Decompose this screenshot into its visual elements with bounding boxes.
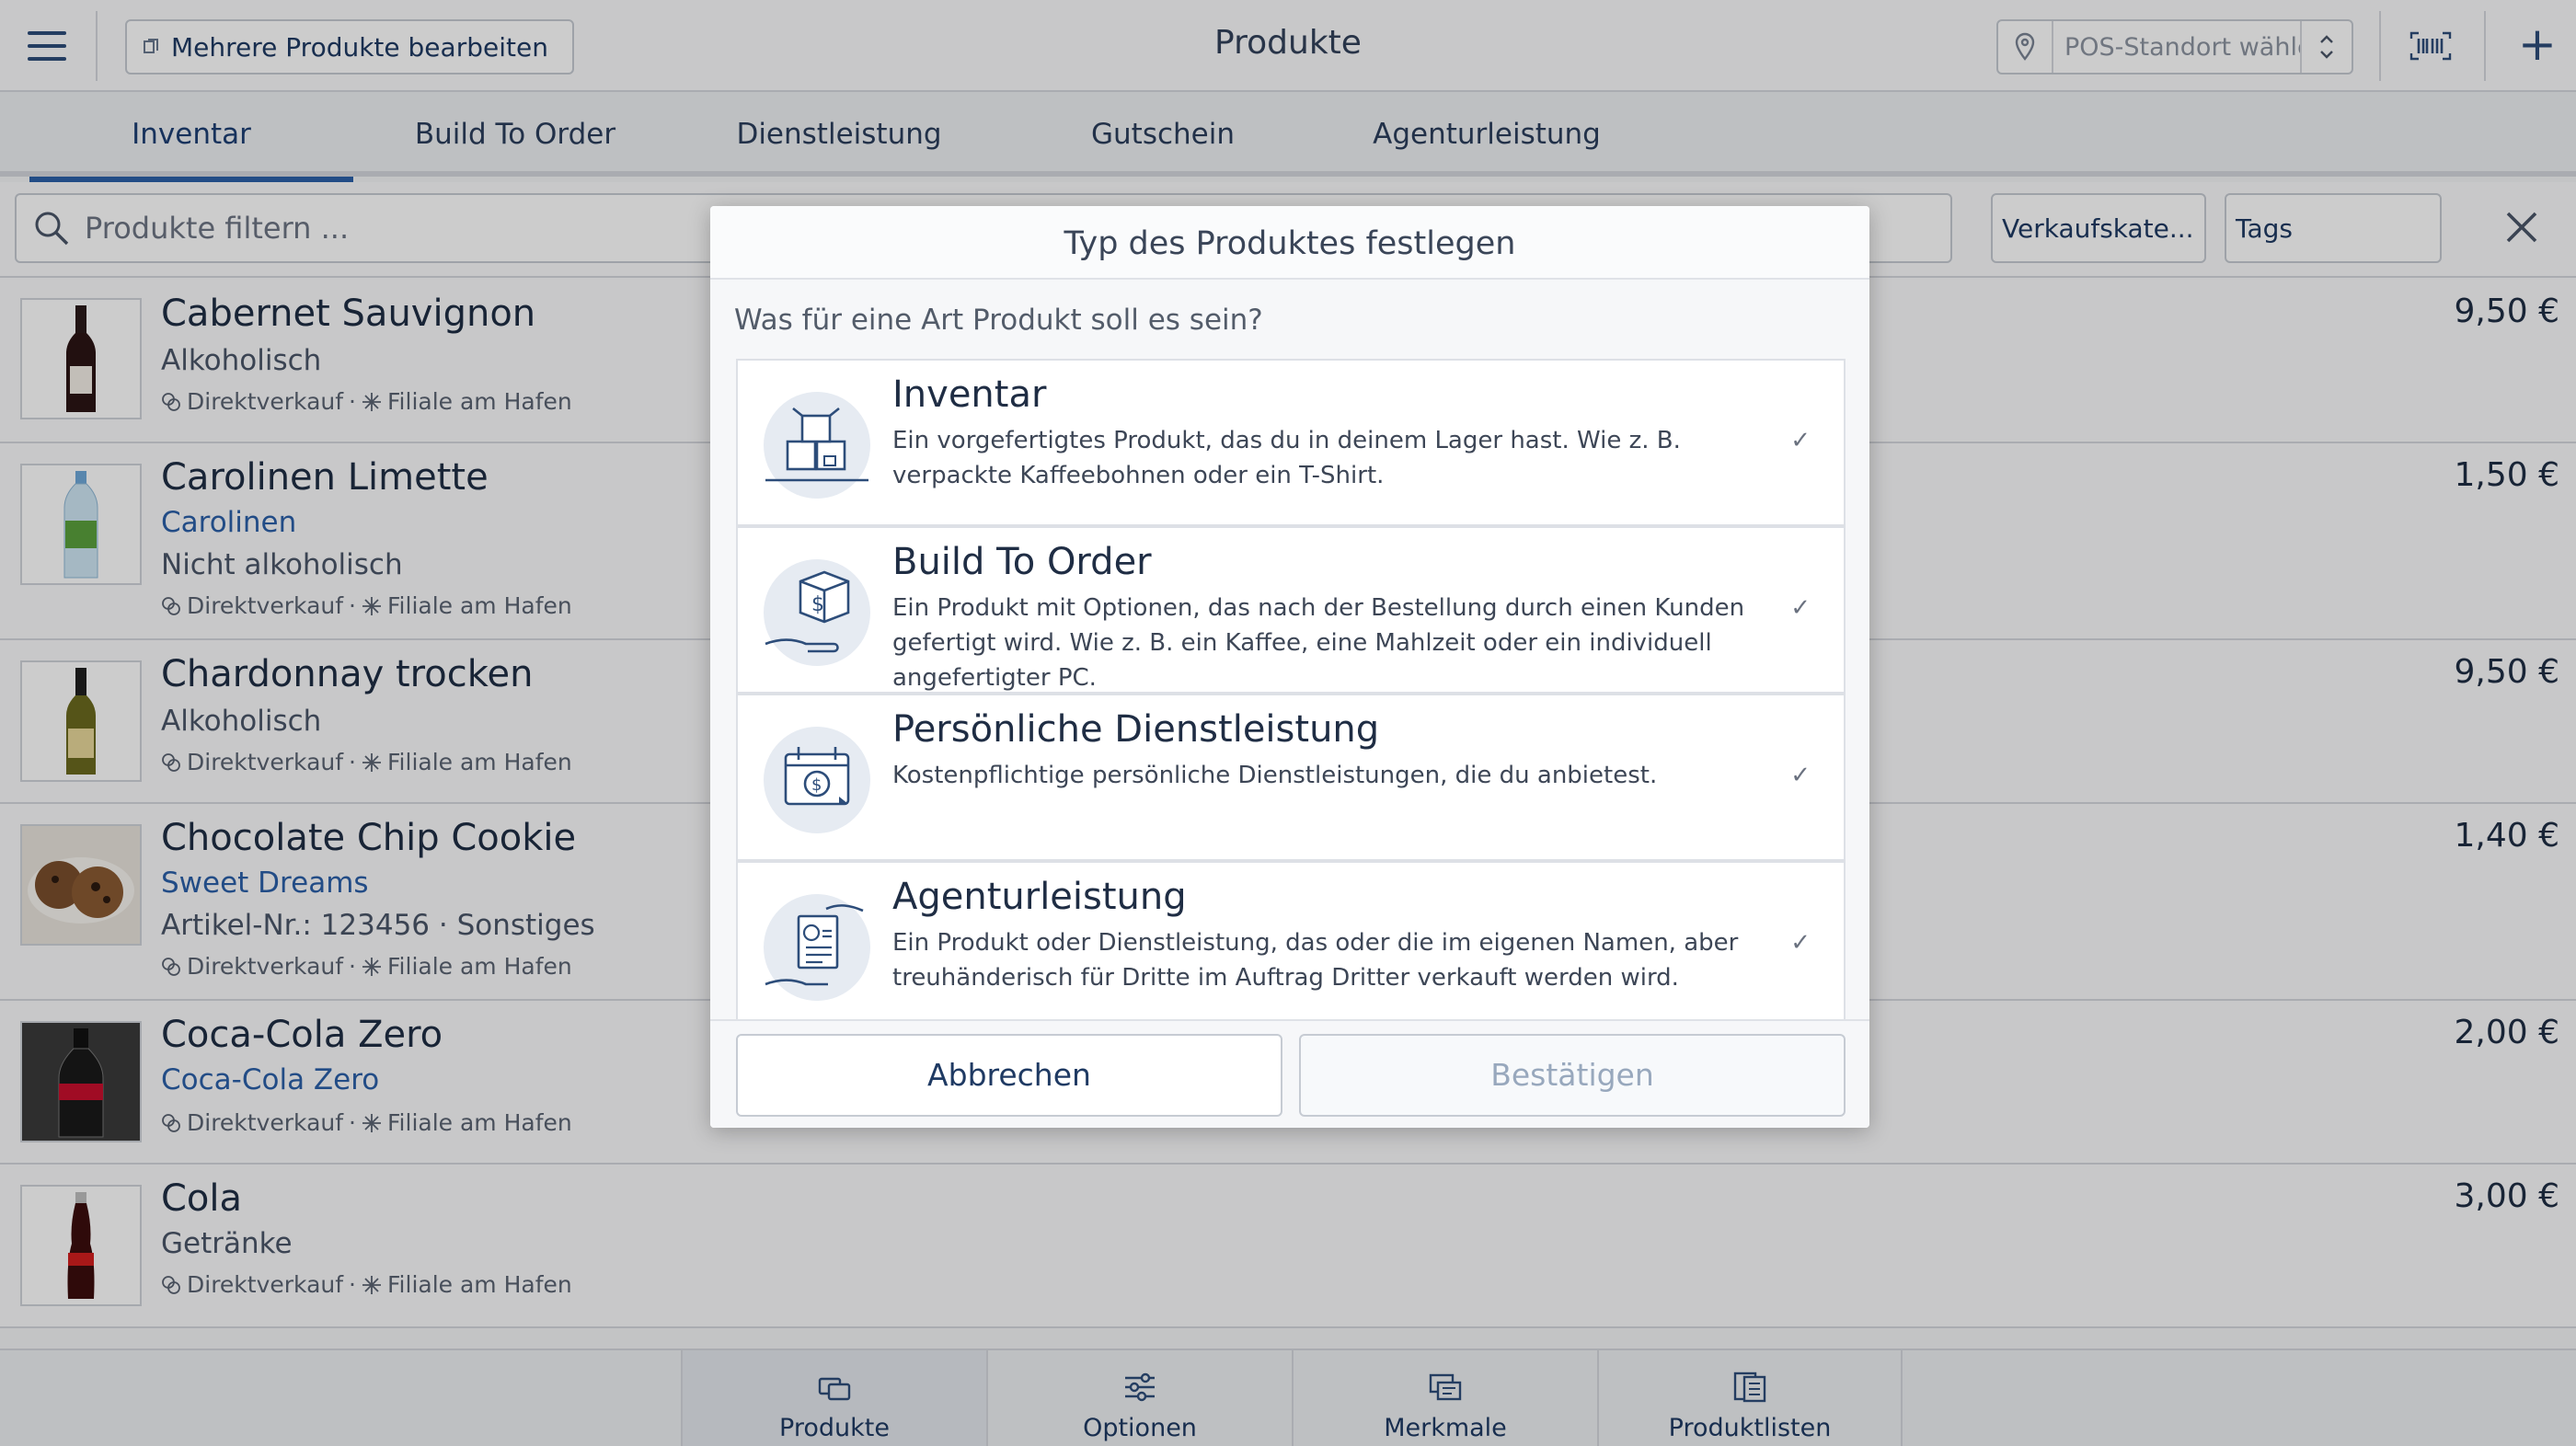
- option-title: Build To Order: [892, 541, 1152, 583]
- dialog-footer: Abbrechen Bestätigen: [710, 1019, 1869, 1128]
- box-on-hand-icon: $: [764, 559, 870, 666]
- check-icon: ✓: [1790, 427, 1811, 454]
- boxes-icon: [764, 392, 870, 499]
- option-persoenliche-dienstleistung[interactable]: $ Persönliche Dienstleistung Kostenpflic…: [736, 694, 1846, 861]
- product-type-options: Inventar Ein vorgefertigtes Produkt, das…: [736, 359, 1846, 1128]
- option-description: Ein vorgefertigtes Produkt, das du in de…: [892, 427, 1681, 489]
- check-icon: ✓: [1790, 594, 1811, 622]
- option-description: Ein Produkt oder Dienstleistung, das ode…: [892, 929, 1739, 992]
- check-icon: ✓: [1790, 762, 1811, 789]
- check-icon: ✓: [1790, 929, 1811, 957]
- cancel-button[interactable]: Abbrechen: [736, 1034, 1282, 1117]
- option-build-to-order[interactable]: $ Build To Order Ein Produkt mit Optione…: [736, 526, 1846, 694]
- svg-text:$: $: [811, 593, 824, 616]
- option-inventar[interactable]: Inventar Ein vorgefertigtes Produkt, das…: [736, 359, 1846, 526]
- option-title: Agenturleistung: [892, 876, 1187, 918]
- option-title: Inventar: [892, 373, 1047, 416]
- product-type-dialog: Typ des Produktes festlegen Was für eine…: [710, 206, 1869, 1128]
- option-description: Ein Produkt mit Optionen, das nach der B…: [892, 594, 1745, 692]
- confirm-button[interactable]: Bestätigen: [1299, 1034, 1846, 1117]
- document-hands-icon: [764, 894, 870, 1001]
- option-agenturleistung[interactable]: Agenturleistung Ein Produkt oder Dienstl…: [736, 861, 1846, 1028]
- dialog-title: Typ des Produktes festlegen: [710, 206, 1869, 280]
- calendar-money-icon: $: [764, 727, 870, 833]
- svg-text:$: $: [811, 775, 822, 795]
- option-title: Persönliche Dienstleistung: [892, 708, 1380, 751]
- option-description: Kostenpflichtige persönliche Dienstleist…: [892, 762, 1658, 789]
- dialog-question: Was für eine Art Produkt soll es sein?: [734, 304, 1263, 337]
